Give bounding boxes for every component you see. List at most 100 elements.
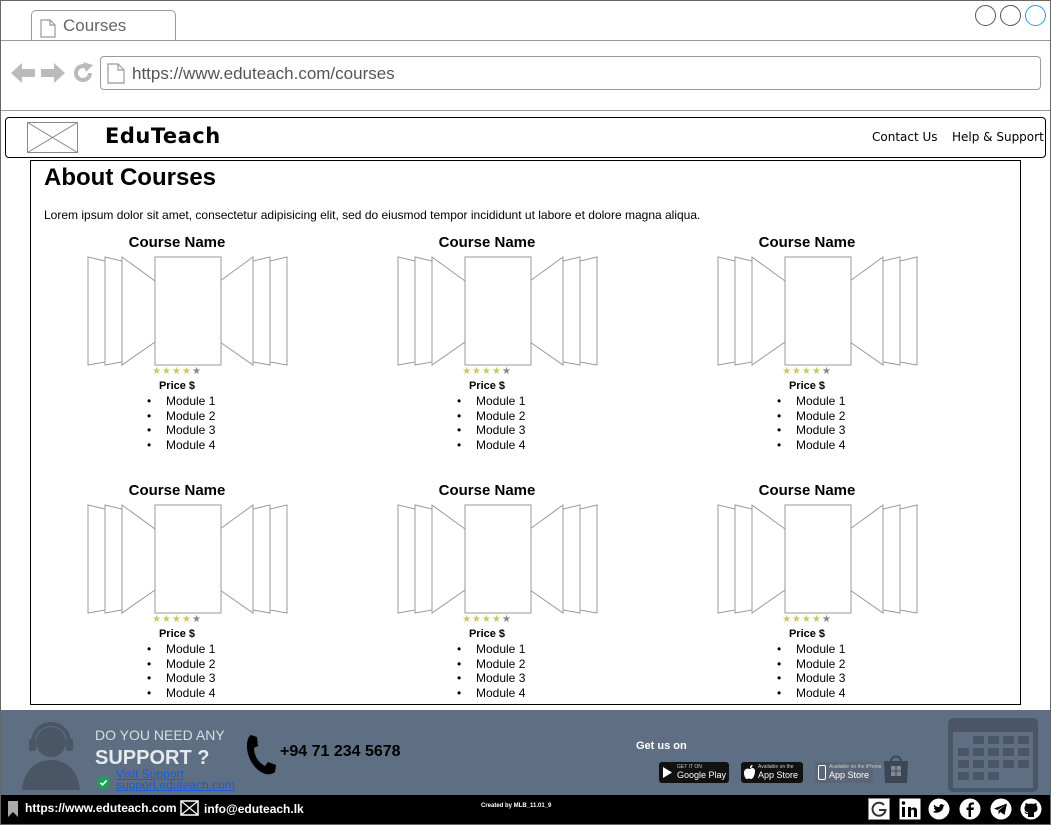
course-cover-flow[interactable] <box>397 504 598 614</box>
apple-icon <box>744 765 755 779</box>
forward-arrow-icon[interactable] <box>40 62 66 84</box>
course-name[interactable]: Course Name <box>67 234 287 251</box>
intro-text: Lorem ipsum dolor sit amet, consectetur … <box>44 208 701 222</box>
course-module-item: Module 1 <box>454 394 525 409</box>
check-circle-icon <box>97 776 110 789</box>
course-cover-flow[interactable] <box>717 504 918 614</box>
course-module-item: Module 3 <box>454 671 525 686</box>
course-rating: ★★★★★ <box>377 615 597 625</box>
star-filled-icon: ★ <box>811 614 822 625</box>
course-price: Price $ <box>788 380 826 392</box>
get-us-on-label: Get us on <box>636 740 687 752</box>
iphone-app-store-badge[interactable]: Available on the iPhone App Store <box>815 762 881 783</box>
star-filled-icon: ★ <box>152 366 163 377</box>
app-store-badge[interactable]: Available on the App Store <box>741 762 803 783</box>
course-name[interactable]: Course Name <box>377 234 597 251</box>
back-arrow-icon[interactable] <box>10 62 36 84</box>
course-module-item: Module 3 <box>774 671 845 686</box>
footer-email[interactable]: info@eduteach.lk <box>204 802 304 816</box>
course-price: Price $ <box>158 628 196 640</box>
address-bar[interactable]: https://www.eduteach.com/courses <box>100 56 1041 90</box>
twitter-icon[interactable] <box>928 798 950 820</box>
star-filled-icon: ★ <box>482 614 492 625</box>
course-module-item: Module 2 <box>774 657 845 672</box>
course-module-item: Module 3 <box>454 423 525 438</box>
course-name[interactable]: Course Name <box>697 482 917 499</box>
course-name[interactable]: Course Name <box>67 482 287 499</box>
course-module-item: Module 2 <box>144 409 215 424</box>
course-price: Price $ <box>468 380 506 392</box>
star-filled-icon: ★ <box>491 614 502 625</box>
brand-name[interactable]: EduTeach <box>105 124 221 148</box>
bookmark-icon <box>8 801 18 817</box>
github-icon[interactable] <box>1020 798 1042 820</box>
footer: DO YOU NEED ANY SUPPORT ? Visit Support … <box>0 710 1051 795</box>
nav-help-support[interactable]: Help & Support <box>952 130 1044 144</box>
course-module-item: Module 3 <box>144 423 215 438</box>
star-filled-icon: ★ <box>181 614 192 625</box>
minimize-button[interactable] <box>975 5 996 26</box>
course-module-item: Module 1 <box>774 642 845 657</box>
star-empty-icon: ★ <box>501 366 512 377</box>
browser-tab[interactable]: Courses <box>31 10 176 41</box>
google-play-badge[interactable]: GET IT ON Google Play <box>659 762 729 783</box>
star-filled-icon: ★ <box>162 614 173 625</box>
badge-big-text: App Store <box>829 770 870 780</box>
star-filled-icon: ★ <box>811 366 822 377</box>
course-module-item: Module 2 <box>454 409 525 424</box>
linkedin-icon[interactable] <box>899 798 921 820</box>
page-icon <box>40 19 56 38</box>
google-icon[interactable] <box>868 798 890 820</box>
facebook-icon[interactable] <box>959 798 981 820</box>
telegram-icon[interactable] <box>990 798 1012 820</box>
course-module-item: Module 4 <box>454 438 525 453</box>
course-name[interactable]: Course Name <box>377 482 597 499</box>
course-price: Price $ <box>788 628 826 640</box>
course-cover-flow[interactable] <box>717 256 918 366</box>
badge-big-text: App Store <box>758 770 799 780</box>
course-module-item: Module 2 <box>454 657 525 672</box>
star-filled-icon: ★ <box>782 366 793 377</box>
star-filled-icon: ★ <box>792 366 803 377</box>
star-filled-icon: ★ <box>782 614 793 625</box>
star-filled-icon: ★ <box>462 366 473 377</box>
star-filled-icon: ★ <box>462 614 473 625</box>
support-link[interactable]: Visit Support support.eduteach.com <box>116 768 235 791</box>
logo-image-placeholder[interactable] <box>27 122 78 153</box>
course-cover-flow[interactable] <box>87 504 288 614</box>
star-empty-icon: ★ <box>821 366 832 377</box>
nav-contact-us[interactable]: Contact Us <box>872 130 938 144</box>
star-filled-icon: ★ <box>491 366 502 377</box>
course-module-item: Module 1 <box>144 642 215 657</box>
support-link-line2[interactable]: support.eduteach.com <box>116 779 235 791</box>
maximize-button[interactable] <box>1000 5 1021 26</box>
windows-store-icon[interactable] <box>882 754 910 784</box>
course-cover-flow[interactable] <box>397 256 598 366</box>
star-filled-icon: ★ <box>181 366 192 377</box>
course-module-item: Module 4 <box>454 686 525 701</box>
star-empty-icon: ★ <box>501 614 512 625</box>
courses-content: About Courses Lorem ipsum dolor sit amet… <box>30 160 1021 705</box>
course-cover-flow[interactable] <box>87 256 288 366</box>
reload-icon[interactable] <box>71 61 95 85</box>
url-text: https://www.eduteach.com/courses <box>132 64 395 83</box>
course-module-item: Module 1 <box>774 394 845 409</box>
star-filled-icon: ★ <box>172 614 182 625</box>
course-rating: ★★★★★ <box>67 615 287 625</box>
course-price: Price $ <box>158 380 196 392</box>
course-rating: ★★★★★ <box>67 367 287 377</box>
course-module-list: Module 1Module 2Module 3Module 4 <box>144 642 215 700</box>
iphone-icon <box>818 765 826 780</box>
star-empty-icon: ★ <box>191 366 202 377</box>
tab-strip-divider <box>0 40 1051 41</box>
site-header: EduTeach Contact Us Help & Support <box>5 117 1046 158</box>
close-window-button[interactable] <box>1025 5 1046 26</box>
footer-site-url[interactable]: https://www.eduteach.com <box>25 801 177 815</box>
star-filled-icon: ★ <box>792 614 803 625</box>
course-name[interactable]: Course Name <box>697 234 917 251</box>
course-module-item: Module 3 <box>774 423 845 438</box>
course-price: Price $ <box>468 628 506 640</box>
course-module-list: Module 1Module 2Module 3Module 4 <box>144 394 215 452</box>
support-phone-number[interactable]: +94 71 234 5678 <box>280 743 401 761</box>
course-module-list: Module 1Module 2Module 3Module 4 <box>774 642 845 700</box>
